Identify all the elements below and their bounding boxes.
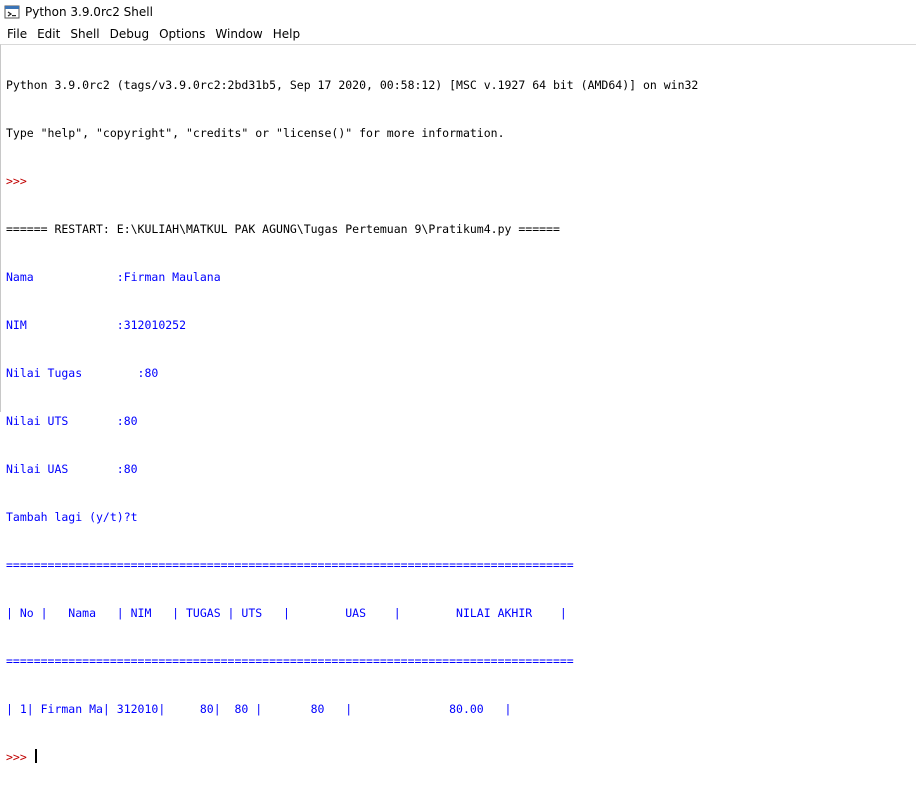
banner-line: Python 3.9.0rc2 (tags/v3.9.0rc2:2bd31b5,… [6,78,699,92]
menu-edit[interactable]: Edit [32,24,65,44]
output-nilai-uts: Nilai UTS :80 [6,414,138,428]
output-nilai-uas: Nilai UAS :80 [6,462,138,476]
menu-file[interactable]: File [2,24,32,44]
restart-line: ====== RESTART: E:\KULIAH\MATKUL PAK AGU… [6,222,560,236]
table-row: | 1| Firman Ma| 312010| 80| 80 | 80 | 80… [6,702,512,716]
menu-debug[interactable]: Debug [105,24,154,44]
python-idle-icon [4,5,20,19]
output-nama: Nama :Firman Maulana [6,270,221,284]
window-title: Python 3.9.0rc2 Shell [25,5,153,19]
title-bar: Python 3.9.0rc2 Shell [0,0,916,24]
menu-bar: File Edit Shell Debug Options Window Hel… [0,24,916,44]
menu-help[interactable]: Help [268,24,305,44]
active-prompt-line[interactable]: >>> [6,749,916,765]
text-cursor [34,749,37,763]
output-nilai-tugas: Nilai Tugas :80 [6,366,159,380]
table-header: | No | Nama | NIM | TUGAS | UTS | UAS | … [6,606,567,620]
output-tambah-lagi: Tambah lagi (y/t)?t [6,510,138,524]
table-border-mid: ========================================… [6,654,574,668]
menu-shell[interactable]: Shell [65,24,104,44]
banner-help-line: Type "help", "copyright", "credits" or "… [6,126,505,140]
menu-options[interactable]: Options [154,24,210,44]
prompt: >>> [6,750,34,764]
idle-shell-window: Python 3.9.0rc2 Shell File Edit Shell De… [0,0,916,764]
menu-window[interactable]: Window [210,24,267,44]
table-border-top: ========================================… [6,558,574,572]
shell-text-area[interactable]: Python 3.9.0rc2 (tags/v3.9.0rc2:2bd31b5,… [0,44,916,764]
output-nim: NIM :312010252 [6,318,187,332]
prompt: >>> [6,174,34,188]
